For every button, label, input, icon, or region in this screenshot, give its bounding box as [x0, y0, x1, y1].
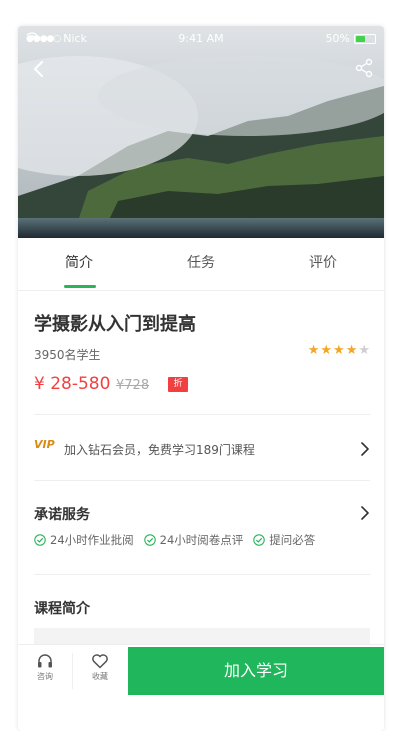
- status-bar: ●●●●○ Nick 9:41 AM 50%: [18, 26, 384, 50]
- star-empty-icon: ★: [358, 343, 370, 358]
- discount-badge: 折: [168, 377, 188, 392]
- favorite-button[interactable]: 收藏: [73, 645, 127, 697]
- vip-icon: VIP: [34, 438, 55, 451]
- check-circle-icon: [34, 534, 46, 546]
- chevron-right-icon: [361, 506, 369, 520]
- promise-item-label: 提问必答: [269, 533, 316, 547]
- star-filled-icon: ★: [345, 343, 358, 358]
- star-filled-icon: ★: [333, 343, 345, 358]
- star-filled-icon: ★: [320, 343, 333, 358]
- chevron-left-icon: [34, 61, 43, 77]
- share-icon: [355, 58, 373, 78]
- heart-icon: [92, 654, 108, 669]
- battery-level: [356, 35, 365, 42]
- divider: [34, 480, 370, 481]
- landscape-image: [18, 26, 384, 238]
- course-title: 学摄影从入门到提高: [34, 314, 196, 335]
- course-cover-image: ●●●●○ Nick 9:41 AM 50%: [18, 26, 384, 238]
- vip-membership-row[interactable]: VIP 加入钻石会员，免费学习189门课程: [18, 418, 384, 480]
- star-filled-icon: ★: [307, 343, 320, 358]
- tab-tasks[interactable]: 任务: [140, 238, 262, 290]
- original-price: ¥728: [116, 378, 150, 393]
- promise-item: 提问必答: [253, 532, 315, 548]
- favorite-label: 收藏: [92, 672, 108, 681]
- app-screen: ●●●●○ Nick 9:41 AM 50% 简介 任务 评价 学摄影从入门到提…: [18, 26, 384, 731]
- share-button[interactable]: [354, 58, 374, 78]
- rating-stars: ★ ★ ★ ★ ★: [308, 344, 370, 358]
- tab-active-indicator: [64, 285, 96, 288]
- promise-item-label: 24小时阅卷点评: [159, 533, 244, 547]
- vip-text: 加入钻石会员，免费学习189门课程: [64, 443, 255, 457]
- chevron-right-icon: [361, 442, 369, 456]
- promise-list: 24小时作业批阅 24小时阅卷点评 提问必答: [34, 532, 315, 548]
- tab-reviews[interactable]: 评价: [262, 238, 384, 290]
- promise-title: 承诺服务: [34, 507, 90, 523]
- intro-title: 课程简介: [34, 601, 90, 617]
- tab-intro[interactable]: 简介: [18, 238, 140, 290]
- tab-label: 简介: [65, 255, 93, 271]
- headset-icon: [38, 654, 52, 668]
- promise-item: 24小时阅卷点评: [143, 532, 244, 548]
- student-count: 3950名学生: [34, 348, 101, 362]
- tab-label: 评价: [309, 255, 337, 271]
- back-button[interactable]: [28, 56, 50, 82]
- consult-button[interactable]: 咨询: [18, 645, 72, 697]
- battery-percent: 50%: [325, 32, 350, 45]
- check-circle-icon: [253, 534, 266, 546]
- divider: [34, 414, 370, 415]
- check-circle-icon: [143, 534, 156, 546]
- promise-item-label: 24小时作业批阅: [50, 533, 134, 547]
- divider: [34, 574, 370, 575]
- tab-label: 任务: [187, 255, 215, 271]
- consult-label: 咨询: [37, 672, 53, 681]
- battery-icon: [354, 33, 376, 44]
- status-battery: 50%: [326, 32, 376, 45]
- promise-item: 24小时作业批阅: [34, 532, 134, 548]
- tab-bar: 简介 任务 评价: [18, 238, 384, 291]
- price: ¥ 28-580: [34, 374, 111, 394]
- bottom-action-bar: 咨询 收藏 加入学习: [18, 644, 384, 697]
- join-course-button[interactable]: 加入学习: [128, 647, 384, 695]
